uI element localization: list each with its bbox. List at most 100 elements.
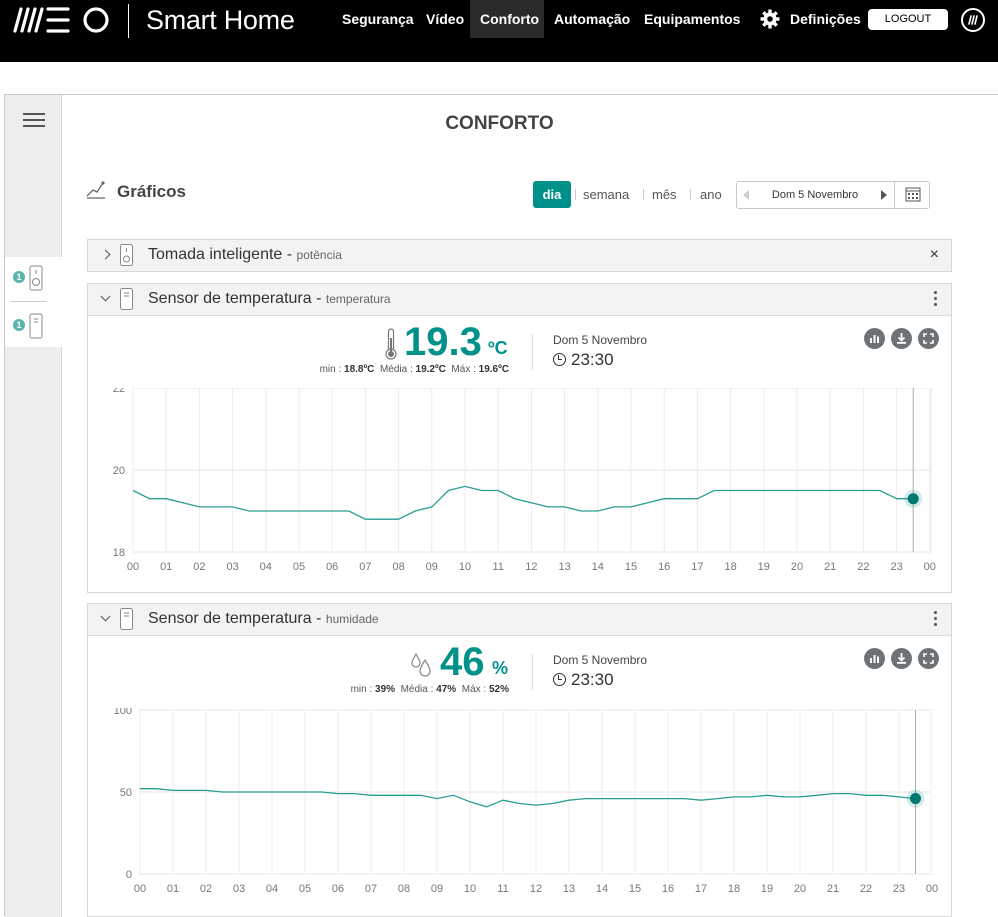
x-tick-label: 06 — [326, 561, 338, 573]
expand-chevron-icon[interactable] — [100, 249, 111, 260]
readout-divider — [532, 654, 533, 690]
sidebar-device-sensor[interactable]: 1 — [11, 309, 57, 343]
tab-mes[interactable]: mês — [652, 181, 677, 208]
tab-divider — [690, 189, 691, 200]
section-title: Gráficos — [117, 182, 186, 201]
x-tick-label: 01 — [167, 883, 179, 895]
min-label: min : — [319, 364, 342, 375]
y-tick-label: 50 — [120, 787, 132, 799]
panel-temperature: Sensor de temperatura - temperatura 19.3… — [87, 283, 952, 593]
min-value: 18.8ºC — [344, 364, 375, 375]
x-tick-label: 03 — [226, 561, 238, 573]
avg-label: Média : — [379, 364, 413, 375]
x-tick-label: 07 — [359, 561, 371, 573]
humidity-chart: 10050000 01 02 03 04 05 06 07 08 09 10 11 12 13 14 15 16… — [114, 708, 938, 895]
x-tick-label: 21 — [824, 561, 836, 573]
user-avatar-icon[interactable] — [961, 8, 985, 32]
prev-date-icon[interactable] — [743, 190, 749, 200]
readout-date: Dom 5 Novembro — [553, 333, 648, 347]
avg-label: Média : — [400, 684, 434, 695]
stats-line: min : 18.8ºC Média : 19.2ºC Máx : 19.6ºC — [320, 364, 509, 375]
tab-dia[interactable]: dia — [533, 181, 571, 208]
clock-icon — [553, 673, 566, 686]
x-tick-label: 00 — [924, 561, 936, 573]
readout-date: Dom 5 Novembro — [553, 653, 648, 667]
x-tick-label: 22 — [857, 561, 869, 573]
x-tick-label: 05 — [299, 883, 311, 895]
panel-subtitle: temperatura — [325, 292, 391, 306]
x-tick-label: 16 — [658, 561, 670, 573]
stats-line: min : 39% Média : 47% Máx : 52% — [351, 684, 509, 695]
panel-title-text: Sensor de temperatura — [148, 290, 312, 307]
panel-humidity: Sensor de temperatura - humidade 46 % mi… — [87, 603, 952, 917]
x-tick-label: 19 — [761, 883, 773, 895]
bar-chart-icon[interactable] — [864, 328, 885, 349]
panel-title-text: Sensor de temperatura — [148, 610, 312, 627]
panel-smart-plug: Tomada inteligente - potência × — [87, 239, 952, 272]
download-icon[interactable] — [891, 328, 912, 349]
calendar-button[interactable] — [894, 182, 930, 208]
panel-header[interactable]: Sensor de temperatura - humidade — [88, 604, 951, 636]
fullscreen-icon[interactable] — [918, 328, 939, 349]
close-icon[interactable]: × — [930, 246, 939, 264]
logout-button[interactable]: LOGOUT — [868, 9, 948, 30]
x-tick-label: 14 — [596, 883, 608, 895]
readout: 46 % min : 39% Média : 47% Máx : 52% Dom… — [88, 636, 951, 708]
current-unit: % — [492, 658, 509, 678]
tab-semana[interactable]: semana — [583, 181, 629, 208]
sidebar-device-list: 1 1 — [5, 257, 62, 347]
collapse-chevron-icon[interactable] — [100, 611, 111, 622]
tab-divider — [575, 189, 576, 200]
more-options-icon[interactable] — [934, 291, 937, 307]
x-tick-label: 09 — [431, 883, 443, 895]
current-point — [907, 493, 919, 505]
nav-automacao[interactable]: Automação — [544, 0, 640, 38]
x-tick-label: 12 — [530, 883, 542, 895]
max-value: 19.6ºC — [478, 364, 509, 375]
nav-definicoes[interactable]: Definições — [780, 0, 871, 38]
readout-time: 23:30 — [553, 670, 614, 690]
collapse-chevron-icon[interactable] — [100, 291, 111, 302]
gear-icon[interactable] — [760, 9, 780, 29]
panel-title: Sensor de temperatura - humidade — [148, 610, 379, 627]
meo-logo[interactable] — [12, 4, 116, 36]
x-tick-label: 15 — [625, 561, 637, 573]
x-tick-label: 23 — [890, 561, 902, 573]
max-value: 52% — [488, 684, 509, 695]
nav-equipamentos[interactable]: Equipamentos — [634, 0, 750, 38]
nav-conforto[interactable]: Conforto — [470, 0, 544, 38]
more-options-icon[interactable] — [934, 611, 937, 627]
sidebar: 1 1 — [5, 95, 62, 917]
nav-seguranca[interactable]: Segurança — [332, 0, 424, 38]
temperature-sensor-icon — [120, 288, 133, 310]
bar-chart-icon[interactable] — [864, 648, 885, 669]
clock-icon — [553, 353, 566, 366]
x-tick-label: 11 — [492, 561, 503, 573]
x-tick-label: 21 — [827, 883, 839, 895]
panel-header[interactable]: Tomada inteligente - potência × — [88, 240, 951, 271]
min-value: 39% — [375, 684, 396, 695]
sidebar-device-plug[interactable]: 1 — [11, 261, 57, 295]
tab-ano[interactable]: ano — [700, 181, 722, 208]
x-tick-label: 05 — [293, 561, 305, 573]
panel-title-text: Tomada inteligente — [148, 246, 283, 263]
x-tick-label: 20 — [794, 883, 806, 895]
x-tick-label: 14 — [592, 561, 604, 573]
menu-icon[interactable] — [23, 113, 45, 129]
x-tick-label: 11 — [497, 883, 508, 895]
x-tick-label: 23 — [893, 883, 905, 895]
device-count-badge: 1 — [13, 271, 25, 283]
panel-subtitle: humidade — [325, 612, 379, 626]
fullscreen-icon[interactable] — [918, 648, 939, 669]
panel-title: Tomada inteligente - potência — [148, 246, 342, 263]
download-icon[interactable] — [891, 648, 912, 669]
nav-video[interactable]: Vídeo — [416, 0, 474, 38]
x-tick-label: 04 — [260, 561, 272, 573]
current-value: 19.3 — [404, 320, 482, 364]
temperature-chart: 22201800 01 02 03 04 05 06 07 08 09 10 11 12 13 14 15 16… — [113, 388, 936, 573]
x-tick-label: 18 — [728, 883, 740, 895]
water-drops-icon — [411, 652, 431, 677]
panel-header[interactable]: Sensor de temperatura - temperatura — [88, 284, 951, 316]
next-date-icon[interactable] — [881, 190, 887, 200]
avg-value: 47% — [436, 684, 457, 695]
